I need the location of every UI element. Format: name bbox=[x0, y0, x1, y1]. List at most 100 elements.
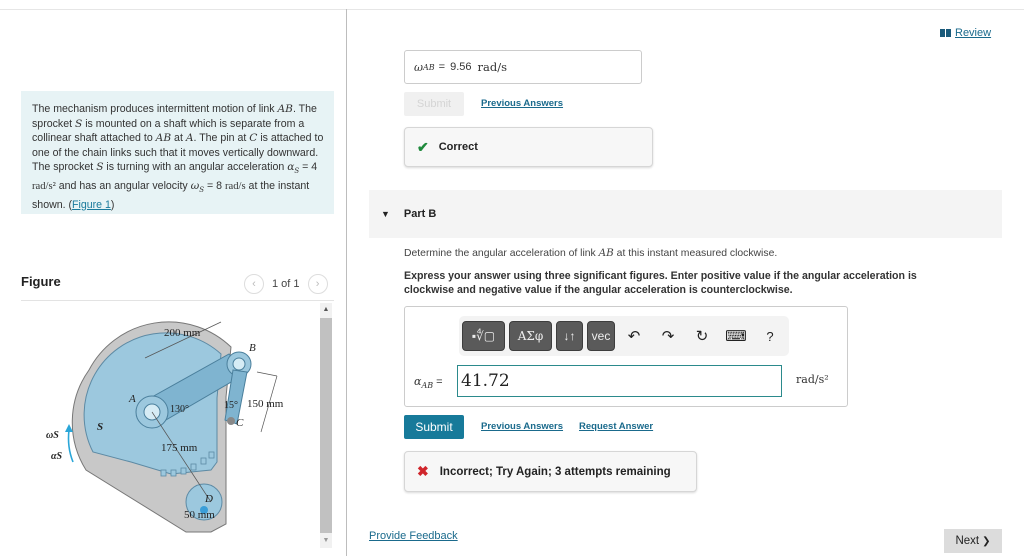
keyboard-button[interactable]: ⌨ bbox=[721, 321, 751, 351]
part-a-feedback: ✔ Correct bbox=[404, 127, 653, 167]
chevron-right-icon: ❯ bbox=[982, 535, 991, 547]
scroll-thumb[interactable] bbox=[320, 318, 332, 533]
omega-symbol: ω bbox=[414, 60, 423, 74]
part-a-value: 9.56 bbox=[450, 61, 472, 73]
undo-icon: ↶ bbox=[627, 328, 641, 345]
part-b-header[interactable]: ▼ Part B bbox=[369, 190, 1002, 238]
label-200mm: 200 mm bbox=[164, 327, 201, 339]
scroll-up-arrow-icon[interactable]: ▲ bbox=[320, 303, 332, 317]
arrows-updown-icon: ↓↑ bbox=[563, 329, 576, 343]
reset-icon: ↻ bbox=[695, 328, 709, 345]
vector-button[interactable]: vec bbox=[587, 321, 615, 351]
feedback-text: Incorrect; Try Again; 3 attempts remaini… bbox=[439, 465, 671, 478]
part-b-submit-button[interactable]: Submit bbox=[404, 415, 464, 439]
equals-sign: = bbox=[436, 376, 443, 388]
redo-icon: ↷ bbox=[661, 328, 675, 345]
figure-title: Figure bbox=[21, 274, 61, 289]
hub-b-inner bbox=[232, 357, 246, 371]
label-a: A bbox=[128, 393, 136, 405]
arrow-head bbox=[65, 424, 73, 432]
part-a-submit-button[interactable]: Submit bbox=[404, 92, 464, 116]
panel-divider[interactable] bbox=[346, 9, 347, 556]
label-175mm: 175 mm bbox=[161, 442, 198, 454]
label-alpha-s: αS bbox=[51, 451, 63, 462]
math-ab: AB bbox=[155, 132, 172, 145]
label-s: S bbox=[97, 421, 103, 433]
next-button[interactable]: Next ❯ bbox=[944, 529, 1002, 553]
label-omega-s: ωS bbox=[46, 430, 59, 441]
part-a-previous-answers-link[interactable]: Previous Answers bbox=[481, 98, 563, 109]
label-b: B bbox=[249, 342, 256, 354]
dim-line bbox=[256, 371, 278, 377]
review-link[interactable]: Review bbox=[940, 27, 991, 39]
scroll-down-arrow-icon[interactable]: ▼ bbox=[320, 534, 332, 548]
unit: rad/s bbox=[225, 181, 246, 193]
math-a: A bbox=[185, 132, 194, 145]
math-ab: AB bbox=[277, 103, 293, 115]
answer-box: ▪∜▢ ΑΣφ ↓↑ vec ↶ ↷ ↻ ⌨ ? αAB = rad/s² bbox=[404, 306, 848, 407]
text: Determine the angular acceleration of li… bbox=[404, 248, 599, 259]
label-d: D bbox=[204, 493, 213, 505]
text: at bbox=[171, 132, 186, 145]
provide-feedback-link[interactable]: Provide Feedback bbox=[369, 530, 458, 542]
label-50mm: 50 mm bbox=[184, 509, 215, 521]
symbols-icon: ΑΣφ bbox=[517, 329, 544, 343]
part-a-answer-display: ω AB = 9.56 rad/s bbox=[404, 50, 642, 84]
text: and has an angular velocity bbox=[55, 180, 191, 193]
figure-prev-button[interactable]: ‹ bbox=[244, 274, 264, 294]
keyboard-icon: ⌨ bbox=[725, 328, 747, 345]
symbols-button[interactable]: ΑΣφ bbox=[509, 321, 552, 351]
text: . The pin at bbox=[193, 132, 250, 145]
figure-next-button[interactable]: › bbox=[307, 274, 328, 294]
chevron-left-icon: ‹ bbox=[252, 278, 256, 290]
mechanism-figure: 200 mm B A 130° 15° 150 mm C S 175 mm D … bbox=[21, 302, 319, 548]
figure-scrollbar[interactable]: ▲ ▼ bbox=[320, 303, 332, 548]
math-omega: ω bbox=[190, 180, 200, 193]
figure-separator bbox=[21, 300, 334, 301]
part-b-feedback: ✖ Incorrect; Try Again; 3 attempts remai… bbox=[404, 451, 697, 492]
text: The mechanism produces intermittent moti… bbox=[32, 103, 278, 115]
help-button[interactable]: ? bbox=[755, 321, 785, 351]
label-150mm: 150 mm bbox=[247, 398, 284, 410]
part-b-question: Determine the angular acceleration of li… bbox=[404, 247, 777, 259]
answer-unit: rad/s² bbox=[796, 373, 829, 386]
part-b-instructions: Express your answer using three signific… bbox=[404, 270, 917, 296]
subscript: AB bbox=[421, 381, 434, 391]
help-icon: ? bbox=[766, 328, 774, 344]
text: ) bbox=[110, 198, 115, 211]
review-label: Review bbox=[955, 27, 992, 39]
part-a-unit: rad/s bbox=[477, 60, 508, 74]
templates-icon: ▪∜▢ bbox=[471, 329, 496, 343]
equals-sign: = bbox=[438, 61, 446, 73]
templates-button[interactable]: ▪∜▢ bbox=[462, 321, 505, 351]
label-15deg: 15° bbox=[224, 400, 238, 411]
problem-statement: The mechanism produces intermittent moti… bbox=[21, 91, 334, 214]
figure-pagination: ‹ 1 of 1 › bbox=[244, 274, 328, 294]
figure-link[interactable]: Figure 1 bbox=[72, 199, 111, 211]
x-icon: ✖ bbox=[417, 463, 429, 479]
part-b-previous-answers-link[interactable]: Previous Answers bbox=[481, 421, 563, 432]
undo-button[interactable]: ↶ bbox=[619, 321, 649, 351]
figure-counter: 1 of 1 bbox=[272, 278, 300, 290]
part-b-title: Part B bbox=[403, 208, 437, 220]
vec-icon: vec bbox=[591, 329, 611, 343]
answer-input[interactable] bbox=[457, 365, 782, 397]
omega-arrow bbox=[67, 429, 74, 463]
redo-button[interactable]: ↷ bbox=[653, 321, 683, 351]
label-c: C bbox=[236, 417, 244, 429]
answer-label: αAB = bbox=[414, 375, 443, 390]
text: is turning with an angular acceleration bbox=[103, 161, 288, 174]
label-130deg: 130° bbox=[170, 404, 189, 415]
pin-c bbox=[227, 417, 235, 425]
request-answer-link[interactable]: Request Answer bbox=[579, 421, 653, 432]
check-icon: ✔ bbox=[417, 138, 429, 155]
text: = 4 bbox=[299, 161, 318, 174]
collapse-triangle-icon[interactable]: ▼ bbox=[381, 209, 390, 219]
chevron-right-icon: › bbox=[315, 278, 320, 290]
subscript-superscript-button[interactable]: ↓↑ bbox=[556, 321, 583, 351]
top-divider bbox=[0, 9, 1024, 10]
next-label: Next bbox=[955, 535, 980, 547]
math-ab: AB bbox=[598, 247, 614, 259]
reset-button[interactable]: ↻ bbox=[687, 321, 717, 351]
math-toolbar: ▪∜▢ ΑΣφ ↓↑ vec ↶ ↷ ↻ ⌨ ? bbox=[459, 316, 789, 356]
